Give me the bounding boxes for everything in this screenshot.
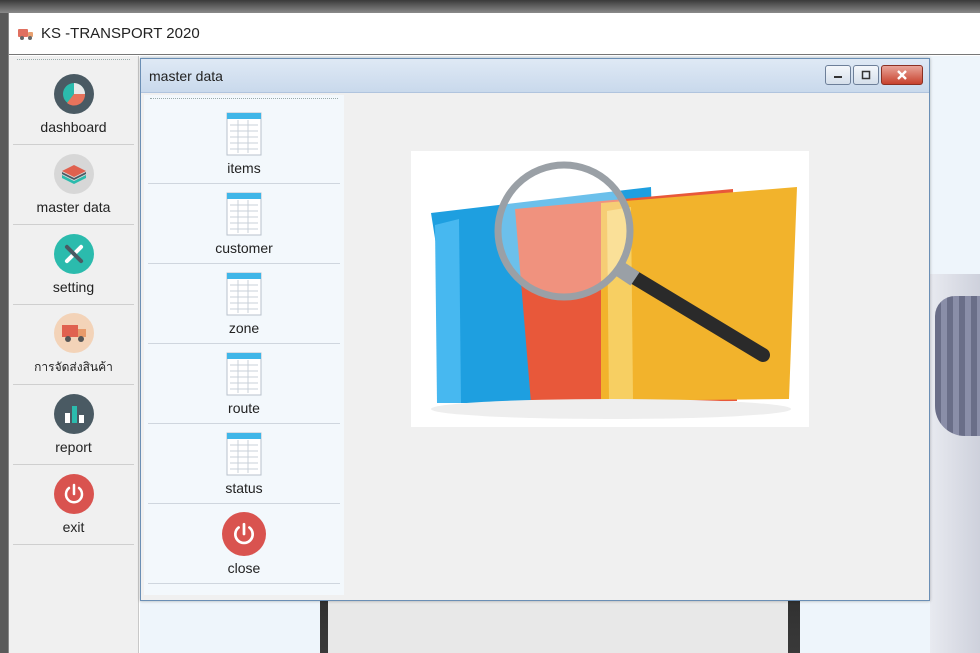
sidebar-item-label: dashboard — [40, 119, 107, 135]
minimize-icon — [834, 76, 842, 78]
layers-icon — [53, 154, 94, 194]
menu-item-label: customer — [215, 239, 273, 256]
menu-item-label: close — [227, 559, 261, 576]
folders-magnifier-image — [411, 151, 809, 427]
desktop-strip — [0, 0, 980, 13]
sidebar-item-exit[interactable]: exit — [13, 465, 134, 545]
menu-item-label: route — [228, 399, 260, 416]
sidebar-item-label: master data — [36, 199, 111, 215]
menu-item-status[interactable]: status — [148, 424, 340, 504]
sidebar-item-label: exit — [62, 519, 85, 535]
title-bar: KS -TRANSPORT 2020 — [9, 13, 980, 55]
sidebar-item-master-data[interactable]: master data — [13, 145, 134, 225]
close-window-button[interactable] — [881, 65, 923, 85]
sidebar-item-setting[interactable]: setting — [13, 225, 134, 305]
master-data-menu: items customer zone route status close — [144, 95, 344, 595]
sidebar-item-dashboard[interactable]: dashboard — [13, 65, 134, 145]
menu-item-zone[interactable]: zone — [148, 264, 340, 344]
sidebar-item-report[interactable]: report — [13, 385, 134, 465]
menu-item-label: zone — [228, 319, 260, 336]
truck-icon — [53, 312, 94, 353]
document-icon — [226, 112, 262, 155]
power-icon — [53, 474, 94, 514]
menu-item-label: items — [227, 159, 261, 176]
bar-chart-icon — [53, 394, 94, 434]
truck-app-icon — [18, 28, 33, 40]
menu-item-route[interactable]: route — [148, 344, 340, 424]
menu-item-label: status — [225, 479, 263, 496]
maximize-button[interactable] — [853, 65, 879, 85]
sidebar-item-label: report — [55, 439, 92, 455]
main-sidebar: dashboard master data setting การจัดส่งส… — [9, 56, 139, 653]
sidebar-item-label: setting — [52, 279, 95, 295]
document-icon — [226, 432, 262, 475]
window-title: KS -TRANSPORT 2020 — [41, 25, 200, 42]
child-window-title: master data — [149, 67, 223, 84]
background-photo-arm — [935, 296, 980, 436]
document-icon — [226, 192, 262, 235]
pie-chart-icon — [53, 74, 94, 114]
document-icon — [226, 352, 262, 395]
master-data-window: master data items customer zone route st… — [140, 58, 930, 601]
tools-icon — [53, 234, 94, 274]
maximize-icon — [861, 70, 871, 80]
sidebar-item-label: การจัดส่งสินค้า — [34, 359, 113, 374]
close-icon — [897, 70, 907, 80]
power-icon — [222, 511, 266, 556]
minimize-button[interactable] — [825, 65, 851, 85]
menu-item-items[interactable]: items — [148, 104, 340, 184]
menu-item-close[interactable]: close — [148, 504, 340, 584]
child-title-bar[interactable]: master data — [141, 59, 929, 93]
document-icon — [226, 272, 262, 315]
menu-item-customer[interactable]: customer — [148, 184, 340, 264]
sidebar-item-delivery[interactable]: การจัดส่งสินค้า — [13, 305, 134, 385]
window-controls — [825, 65, 923, 85]
